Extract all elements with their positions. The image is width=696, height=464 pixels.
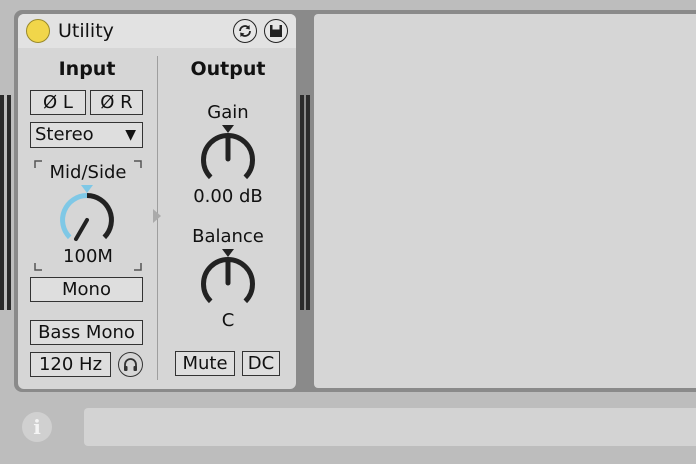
gain-label: Gain (207, 102, 249, 123)
balance-label: Balance (192, 226, 264, 247)
balance-knob[interactable] (197, 248, 259, 314)
bass-mono-button[interactable]: Bass Mono (30, 320, 143, 345)
hot-swap-icon (239, 25, 251, 37)
bass-mono-frequency[interactable]: 120 Hz (30, 352, 111, 377)
phase-left-button[interactable]: Ø L (30, 90, 86, 115)
chain-rail-right-outer (300, 95, 304, 310)
bass-mono-audition-button[interactable] (118, 352, 143, 377)
channel-mode-value: Stereo (35, 124, 94, 145)
mid-side-label: Mid/Side (49, 162, 127, 183)
chain-rail-left-inner (7, 95, 11, 310)
signal-flow-arrow-icon (153, 209, 161, 223)
headphones-icon (124, 358, 137, 371)
save-icon (270, 25, 282, 37)
hot-swap-button[interactable] (233, 19, 257, 43)
device-title: Utility (58, 20, 114, 42)
chevron-down-icon: ▼ (125, 127, 136, 143)
info-text-area (84, 408, 696, 446)
channel-mode-select[interactable]: Stereo ▼ (30, 122, 143, 148)
chain-rail-left-outer (0, 95, 4, 310)
mid-side-knob[interactable] (56, 184, 118, 250)
phase-right-button[interactable]: Ø R (90, 90, 143, 115)
chain-rail-right-inner (306, 95, 310, 310)
output-header: Output (190, 58, 266, 80)
info-icon[interactable]: i (22, 412, 52, 442)
balance-value: C (221, 310, 235, 331)
device-power-toggle[interactable] (26, 19, 50, 43)
gain-value: 0.00 dB (193, 186, 263, 207)
mid-side-value: 100M (63, 246, 113, 267)
input-header: Input (58, 58, 116, 80)
dc-button[interactable]: DC (242, 351, 280, 376)
gain-knob[interactable] (197, 124, 259, 190)
device-drop-area[interactable] (314, 14, 696, 388)
mono-button[interactable]: Mono (30, 277, 143, 302)
save-preset-button[interactable] (264, 19, 288, 43)
mute-button[interactable]: Mute (175, 351, 235, 376)
